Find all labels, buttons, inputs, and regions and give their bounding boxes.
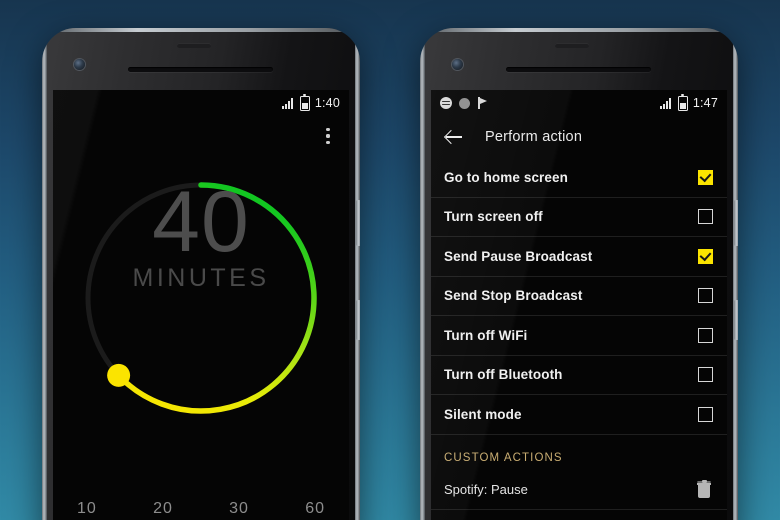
action-row-3[interactable]: Send Stop Broadcast: [431, 277, 727, 316]
overflow-dot: [326, 140, 330, 144]
power-button[interactable]: [356, 200, 360, 246]
phone-left-rim: [420, 28, 425, 520]
action-checkbox[interactable]: [698, 169, 713, 185]
timer-dial[interactable]: [53, 146, 349, 446]
action-row-6[interactable]: Silent mode: [431, 395, 727, 435]
spotify-icon: [440, 97, 452, 109]
action-label: Turn off WiFi: [444, 327, 528, 343]
left-phone-body: 1:40 40 MINUTES 10 20 30 60: [42, 28, 360, 520]
flag-icon: [477, 97, 488, 109]
right-phone: 1:47 Perform action Go to home screen Tu…: [420, 28, 738, 520]
battery-icon: [299, 93, 310, 111]
left-status-bar: 1:40: [53, 90, 349, 116]
action-checkbox[interactable]: [698, 288, 713, 304]
custom-actions-header: CUSTOM ACTIONS: [431, 435, 727, 471]
action-label: Silent mode: [444, 406, 522, 422]
page-title: Perform action: [485, 129, 583, 145]
action-label: Turn screen off: [444, 209, 543, 225]
preset-tick[interactable]: 20: [153, 500, 173, 518]
volume-button[interactable]: [356, 300, 360, 340]
preset-tick[interactable]: 10: [77, 500, 97, 518]
phone-right-rim: [733, 28, 738, 520]
phone-top-rim: [42, 28, 360, 32]
timer-ring-svg[interactable]: [53, 146, 349, 446]
left-status-system: 1:40: [281, 93, 340, 111]
phone-right-rim: [355, 28, 360, 520]
overflow-menu-button[interactable]: [319, 124, 337, 148]
timer-progress-arc: [115, 182, 317, 414]
action-label: Send Pause Broadcast: [444, 248, 593, 264]
overflow-dot: [326, 128, 330, 132]
right-status-notifications: [440, 97, 488, 109]
right-status-bar: 1:47: [431, 90, 727, 116]
action-checkbox[interactable]: [698, 406, 713, 422]
earpiece-speaker: [128, 67, 273, 72]
action-row-2[interactable]: Send Pause Broadcast: [431, 237, 727, 277]
back-arrow-icon[interactable]: [443, 126, 465, 148]
phone-top-rim: [420, 28, 738, 32]
status-time: 1:47: [692, 96, 718, 110]
status-time: 1:40: [314, 96, 340, 110]
front-camera: [74, 59, 85, 70]
signal-icon: [281, 97, 295, 109]
battery-icon: [677, 93, 688, 111]
proximity-sensor: [177, 43, 211, 48]
volume-button[interactable]: [734, 300, 738, 340]
preset-tick[interactable]: 30: [229, 500, 249, 518]
right-status-system: 1:47: [659, 93, 718, 111]
app-toolbar: Perform action: [431, 116, 727, 158]
custom-action-row-0[interactable]: Spotify: Pause: [431, 471, 727, 510]
power-button[interactable]: [734, 200, 738, 246]
custom-action-label: Spotify: Pause: [444, 482, 528, 497]
action-checkbox[interactable]: [698, 209, 713, 225]
signal-icon: [659, 97, 673, 109]
dot-icon: [459, 97, 470, 109]
right-phone-body: 1:47 Perform action Go to home screen Tu…: [420, 28, 738, 520]
left-phone-screen: 1:40 40 MINUTES 10 20 30 60: [53, 90, 349, 520]
phone-left-rim: [42, 28, 47, 520]
screenshot-stage: 1:40 40 MINUTES 10 20 30 60 1:47 Perform…: [0, 0, 780, 520]
earpiece-speaker: [506, 67, 651, 72]
action-row-4[interactable]: Turn off WiFi: [431, 316, 727, 356]
action-checkbox[interactable]: [698, 327, 713, 343]
overflow-dot: [326, 134, 330, 138]
proximity-sensor: [555, 43, 589, 48]
action-label: Turn off Bluetooth: [444, 367, 563, 383]
section-title: CUSTOM ACTIONS: [444, 451, 563, 464]
front-camera: [452, 59, 463, 70]
action-row-5[interactable]: Turn off Bluetooth: [431, 356, 727, 395]
action-label: Go to home screen: [444, 169, 568, 185]
action-checkbox[interactable]: [698, 248, 713, 264]
action-list: Go to home screen Turn screen off Send P…: [431, 158, 727, 520]
action-row-0[interactable]: Go to home screen: [431, 158, 727, 198]
action-checkbox[interactable]: [698, 367, 713, 383]
timer-knob[interactable]: [107, 363, 131, 387]
action-label: Send Stop Broadcast: [444, 288, 583, 304]
preset-ticks: 10 20 30 60: [53, 500, 349, 518]
action-row-1[interactable]: Turn screen off: [431, 198, 727, 237]
left-phone: 1:40 40 MINUTES 10 20 30 60: [42, 28, 360, 520]
preset-tick[interactable]: 60: [305, 500, 325, 518]
right-phone-screen: 1:47 Perform action Go to home screen Tu…: [431, 90, 727, 520]
trash-icon[interactable]: [697, 480, 711, 498]
